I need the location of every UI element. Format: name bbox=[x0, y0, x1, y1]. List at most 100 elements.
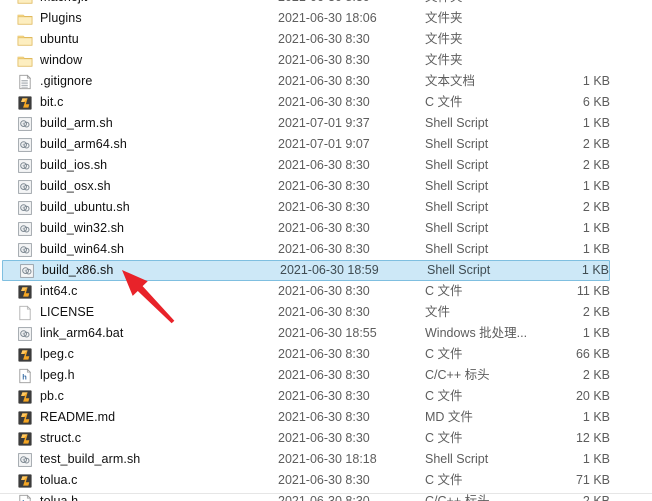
file-name-cell[interactable]: Plugins bbox=[17, 8, 278, 29]
file-name-cell[interactable]: ubuntu bbox=[17, 29, 278, 50]
file-name-cell[interactable]: build_osx.sh bbox=[17, 176, 278, 197]
folder-icon bbox=[17, 53, 33, 69]
file-list[interactable]: machojit2021-06-30 8:30文件夹Plugins2021-06… bbox=[0, 0, 652, 501]
file-explorer-list-view[interactable]: machojit2021-06-30 8:30文件夹Plugins2021-06… bbox=[0, 0, 652, 501]
file-row[interactable]: struct.c 2021-06-30 8:30 C 文件 12 KB bbox=[0, 428, 652, 449]
file-size-cell: 1 KB bbox=[582, 410, 610, 424]
shell-script-icon bbox=[17, 116, 33, 132]
file-name-cell[interactable]: window bbox=[17, 50, 278, 71]
file-date-cell: 2021-06-30 8:30 bbox=[278, 200, 370, 214]
file-date-cell: 2021-06-30 8:30 bbox=[278, 179, 370, 193]
file-type-cell: C 文件 bbox=[425, 473, 463, 487]
file-row[interactable]: Plugins 2021-06-30 18:06 文件夹 bbox=[0, 8, 652, 29]
text-document-icon bbox=[17, 73, 33, 90]
file-name-label: struct.c bbox=[40, 431, 82, 445]
file-size-cell: 66 KB bbox=[575, 347, 610, 361]
file-name-label: lpeg.c bbox=[40, 347, 74, 361]
file-name-cell[interactable]: LICENSE bbox=[17, 302, 278, 323]
file-name-cell[interactable]: struct.c bbox=[17, 428, 278, 449]
file-size-cell: 1 KB bbox=[582, 242, 610, 256]
shell-script-icon bbox=[19, 263, 35, 279]
file-row[interactable]: lpeg.c 2021-06-30 8:30 C 文件 66 KB bbox=[0, 344, 652, 365]
file-row[interactable]: h lpeg.h 2021-06-30 8:30 C/C++ 标头 2 KB bbox=[0, 365, 652, 386]
file-name-cell[interactable]: pb.c bbox=[17, 386, 278, 407]
file-name-label: ubuntu bbox=[40, 32, 79, 46]
file-row[interactable]: bit.c 2021-06-30 8:30 C 文件 6 KB bbox=[0, 92, 652, 113]
file-size-cell: 11 KB bbox=[576, 284, 610, 298]
file-name-cell[interactable]: build_win64.sh bbox=[17, 239, 278, 260]
file-row[interactable]: int64.c 2021-06-30 8:30 C 文件 11 KB bbox=[0, 281, 652, 302]
file-name-label: build_win64.sh bbox=[40, 242, 125, 256]
file-name-label: window bbox=[40, 53, 83, 67]
header-file-icon: h bbox=[17, 367, 33, 384]
file-name-cell[interactable]: build_ubuntu.sh bbox=[17, 197, 278, 218]
file-type-cell: 文件夹 bbox=[425, 11, 463, 25]
file-type-cell: Shell Script bbox=[425, 179, 489, 193]
file-row[interactable]: build_arm.sh 2021-07-01 9:37 Shell Script 1… bbox=[0, 113, 652, 134]
file-row[interactable]: LICENSE 2021-06-30 8:30 文件 2 KB bbox=[0, 302, 652, 323]
file-type-cell: MD 文件 bbox=[425, 410, 473, 424]
file-row[interactable]: pb.c 2021-06-30 8:30 C 文件 20 KB bbox=[0, 386, 652, 407]
file-name-label: build_x86.sh bbox=[42, 263, 114, 277]
file-name-cell[interactable]: build_arm.sh bbox=[17, 113, 278, 134]
file-size-cell: 2 KB bbox=[582, 305, 610, 319]
file-row[interactable]: tolua.c 2021-06-30 8:30 C 文件 71 KB bbox=[0, 470, 652, 491]
file-name-label: build_arm64.sh bbox=[40, 137, 127, 151]
c-source-icon bbox=[17, 410, 33, 426]
file-date-cell: 2021-06-30 8:30 bbox=[278, 53, 370, 67]
file-row[interactable]: build_osx.sh 2021-06-30 8:30 Shell Script 1… bbox=[0, 176, 652, 197]
file-type-cell: Shell Script bbox=[425, 200, 489, 214]
file-name-cell[interactable]: README.md bbox=[17, 407, 278, 428]
file-row[interactable]: test_build_arm.sh 2021-06-30 18:18 Shell S… bbox=[0, 449, 652, 470]
file-name-label: machojit bbox=[40, 0, 87, 8]
file-name-cell[interactable]: h lpeg.h bbox=[17, 365, 278, 386]
file-name-cell[interactable]: build_win32.sh bbox=[17, 218, 278, 239]
file-size-cell: 1 KB bbox=[582, 326, 610, 340]
file-size-cell: 2 KB bbox=[582, 158, 610, 172]
file-name-cell[interactable]: build_arm64.sh bbox=[17, 134, 278, 155]
file-row[interactable]: README.md 2021-06-30 8:30 MD 文件 1 KB bbox=[0, 407, 652, 428]
file-row[interactable]: build_win64.sh 2021-06-30 8:30 Shell Scrip… bbox=[0, 239, 652, 260]
file-name-cell[interactable]: bit.c bbox=[17, 92, 278, 113]
file-name-label: build_osx.sh bbox=[40, 179, 111, 193]
file-name-label: link_arm64.bat bbox=[40, 326, 124, 340]
file-size-cell: 1 KB bbox=[581, 263, 609, 277]
file-name-cell[interactable]: lpeg.c bbox=[17, 344, 278, 365]
file-row-selected[interactable]: build_x86.sh 2021-06-30 18:59 Shell Script… bbox=[2, 260, 610, 281]
file-type-cell: Windows 批处理... bbox=[425, 326, 528, 340]
file-name-label: tolua.c bbox=[40, 473, 78, 487]
file-type-cell: Shell Script bbox=[427, 263, 491, 277]
file-date-cell: 2021-06-30 18:18 bbox=[278, 452, 377, 466]
file-row[interactable]: window 2021-06-30 8:30 文件夹 bbox=[0, 50, 652, 71]
file-name-label: bit.c bbox=[40, 95, 64, 109]
file-name-cell[interactable]: build_x86.sh bbox=[19, 260, 280, 281]
file-row[interactable]: build_ubuntu.sh 2021-06-30 8:30 Shell Scri… bbox=[0, 197, 652, 218]
file-date-cell: 2021-06-30 8:30 bbox=[278, 410, 370, 424]
file-row[interactable]: machojit 2021-06-30 8:30文件夹 bbox=[0, 0, 652, 8]
file-row[interactable]: build_ios.sh 2021-06-30 8:30 Shell Script 2… bbox=[0, 155, 652, 176]
file-size-cell: 1 KB bbox=[582, 74, 610, 88]
file-row[interactable]: build_arm64.sh 2021-07-01 9:07 Shell Scrip… bbox=[0, 134, 652, 155]
file-name-cell[interactable]: .gitignore bbox=[17, 71, 278, 92]
file-name-cell[interactable]: machojit bbox=[17, 0, 278, 8]
file-name-label: lpeg.h bbox=[40, 368, 75, 382]
file-row[interactable]: link_arm64.bat 2021-06-30 18:55 Windows 批处… bbox=[0, 323, 652, 344]
file-type-cell: Shell Script bbox=[425, 221, 489, 235]
file-type-cell: C 文件 bbox=[425, 389, 463, 403]
file-name-cell[interactable]: test_build_arm.sh bbox=[17, 449, 278, 470]
file-type-cell: C 文件 bbox=[425, 95, 463, 109]
file-name-cell[interactable]: build_ios.sh bbox=[17, 155, 278, 176]
file-row[interactable]: build_win32.sh 2021-06-30 8:30 Shell Scrip… bbox=[0, 218, 652, 239]
file-name-cell[interactable]: link_arm64.bat bbox=[17, 323, 278, 344]
file-row[interactable]: ubuntu 2021-06-30 8:30 文件夹 bbox=[0, 29, 652, 50]
file-name-label: build_arm.sh bbox=[40, 116, 113, 130]
file-name-cell[interactable]: int64.c bbox=[17, 281, 278, 302]
file-date-cell: 2021-06-30 18:06 bbox=[278, 11, 377, 25]
file-name-label: build_ios.sh bbox=[40, 158, 108, 172]
file-row[interactable]: .gitignore 2021-06-30 8:30 文本文档 1 KB bbox=[0, 71, 652, 92]
c-source-icon bbox=[17, 284, 33, 300]
file-date-cell: 2021-06-30 8:30 bbox=[278, 305, 370, 319]
file-name-cell[interactable]: tolua.c bbox=[17, 470, 278, 491]
svg-text:h: h bbox=[22, 372, 27, 381]
file-type-cell: Shell Script bbox=[425, 137, 489, 151]
